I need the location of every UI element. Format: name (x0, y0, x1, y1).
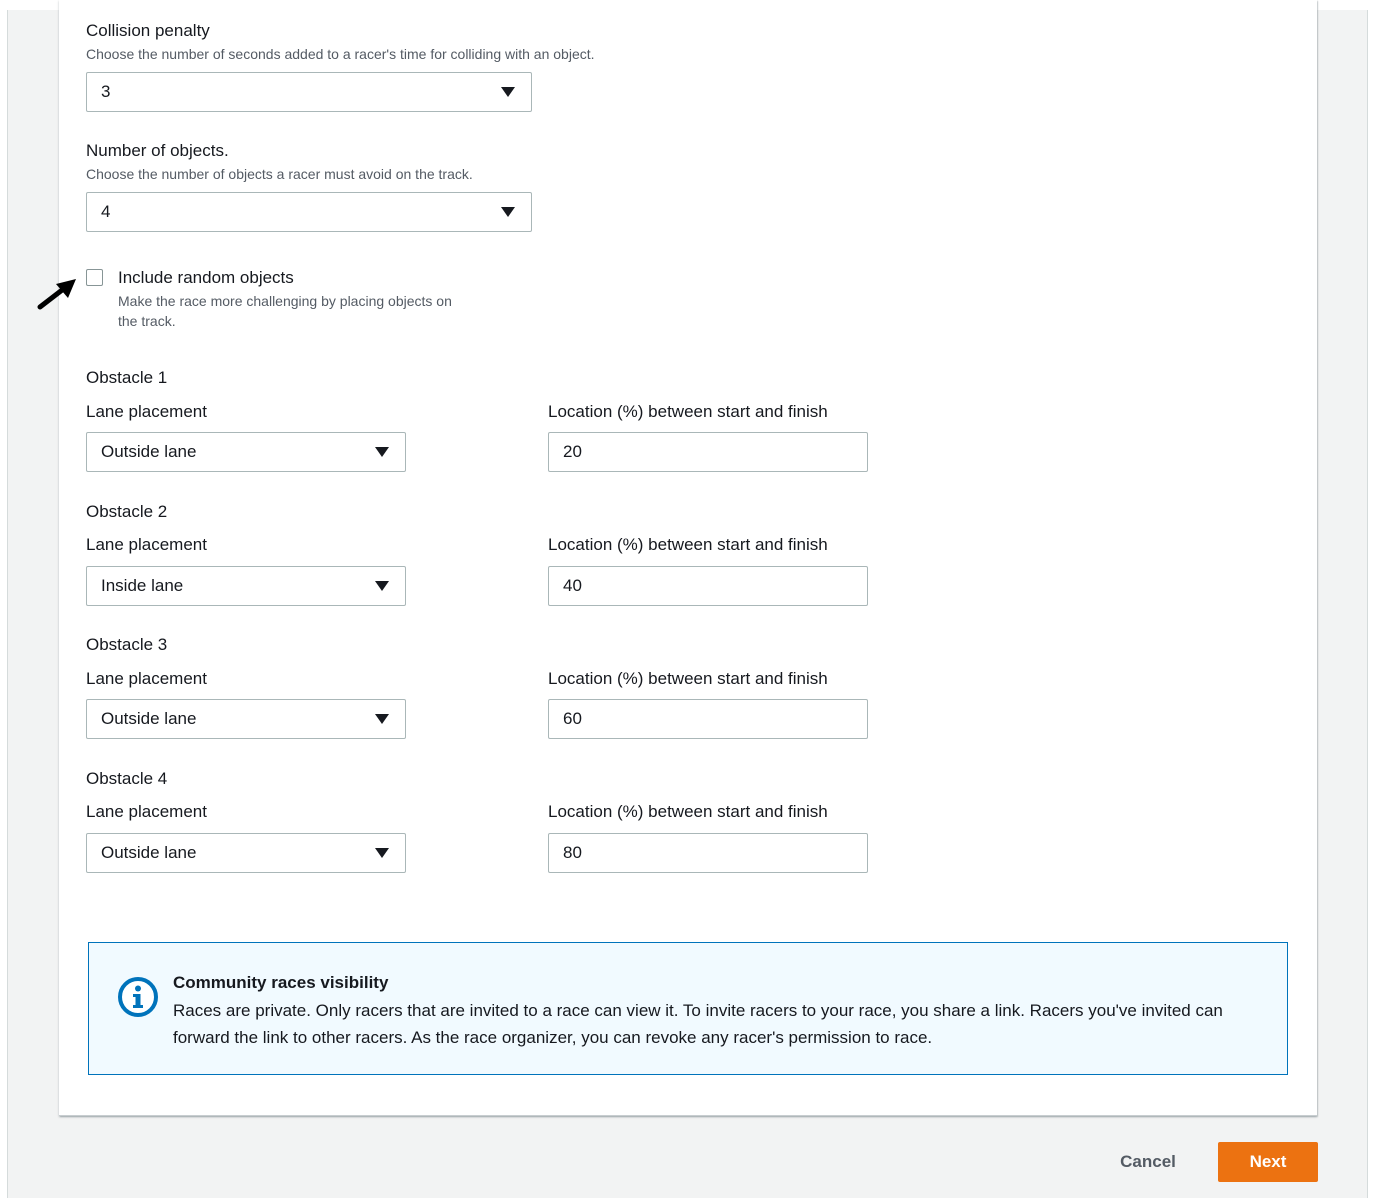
include-random-objects-label: Include random objects (118, 268, 294, 287)
obstacle-4-location-value: 80 (563, 843, 582, 862)
obstacle-1-lane-select[interactable]: Outside lane (86, 432, 406, 472)
pointer-arrow-icon (37, 279, 76, 310)
obstacle-2-location-value: 40 (563, 576, 582, 595)
number-of-objects-value: 4 (101, 202, 111, 221)
collision-penalty-label: Collision penalty (86, 21, 210, 40)
caret-down-icon (501, 207, 515, 217)
number-of-objects-select[interactable]: 4 (86, 192, 532, 232)
obstacle-2-lane-label: Lane placement (86, 535, 207, 554)
obstacle-4-location-label: Location (%) between start and finish (548, 802, 828, 821)
include-random-objects-description-line2: the track. (118, 313, 176, 329)
obstacle-3-location-value: 60 (563, 709, 582, 728)
obstacle-3-lane-value: Outside lane (101, 709, 197, 728)
number-of-objects-label: Number of objects. (86, 141, 229, 160)
obstacle-2-location-label: Location (%) between start and finish (548, 535, 828, 554)
info-icon (118, 977, 158, 1017)
obstacle-2-title: Obstacle 2 (86, 502, 168, 521)
caret-down-icon (375, 848, 389, 858)
obstacle-1-location-value: 20 (563, 442, 582, 461)
obstacle-4-location-input[interactable]: 80 (548, 833, 868, 873)
community-races-alert: Community races visibility Races are pri… (88, 942, 1288, 1075)
caret-down-icon (375, 447, 389, 457)
collision-penalty-select[interactable]: 3 (86, 72, 532, 112)
next-button[interactable]: Next (1218, 1142, 1318, 1182)
obstacle-1-lane-value: Outside lane (101, 442, 197, 461)
obstacle-2-location-input[interactable]: 40 (548, 566, 868, 606)
alert-body: Races are private. Only racers that are … (173, 1001, 1223, 1047)
obstacle-3-lane-select[interactable]: Outside lane (86, 699, 406, 739)
obstacle-1-location-input[interactable]: 20 (548, 432, 868, 472)
obstacle-4-title: Obstacle 4 (86, 769, 168, 788)
obstacle-1-lane-label: Lane placement (86, 402, 207, 421)
include-random-objects-description-line1: Make the race more challenging by placin… (118, 293, 452, 309)
include-random-objects-checkbox[interactable] (86, 269, 103, 286)
caret-down-icon (501, 87, 515, 97)
obstacle-4-lane-select[interactable]: Outside lane (86, 833, 406, 873)
obstacle-3-title: Obstacle 3 (86, 635, 168, 654)
collision-penalty-description: Choose the number of seconds added to a … (86, 46, 595, 62)
collision-penalty-value: 3 (101, 82, 111, 101)
obstacle-2-lane-select[interactable]: Inside lane (86, 566, 406, 606)
obstacle-4-lane-label: Lane placement (86, 802, 207, 821)
obstacle-2-lane-value: Inside lane (101, 576, 184, 595)
obstacle-1-title: Obstacle 1 (86, 368, 168, 387)
caret-down-icon (375, 581, 389, 591)
obstacle-3-lane-label: Lane placement (86, 669, 207, 688)
obstacle-1-location-label: Location (%) between start and finish (548, 402, 828, 421)
obstacle-3-location-input[interactable]: 60 (548, 699, 868, 739)
caret-down-icon (375, 714, 389, 724)
alert-title: Community races visibility (173, 973, 389, 992)
number-of-objects-description: Choose the number of objects a racer mus… (86, 166, 473, 182)
obstacle-3-location-label: Location (%) between start and finish (548, 669, 828, 688)
obstacle-4-lane-value: Outside lane (101, 843, 197, 862)
cancel-button[interactable]: Cancel (1100, 1143, 1196, 1181)
